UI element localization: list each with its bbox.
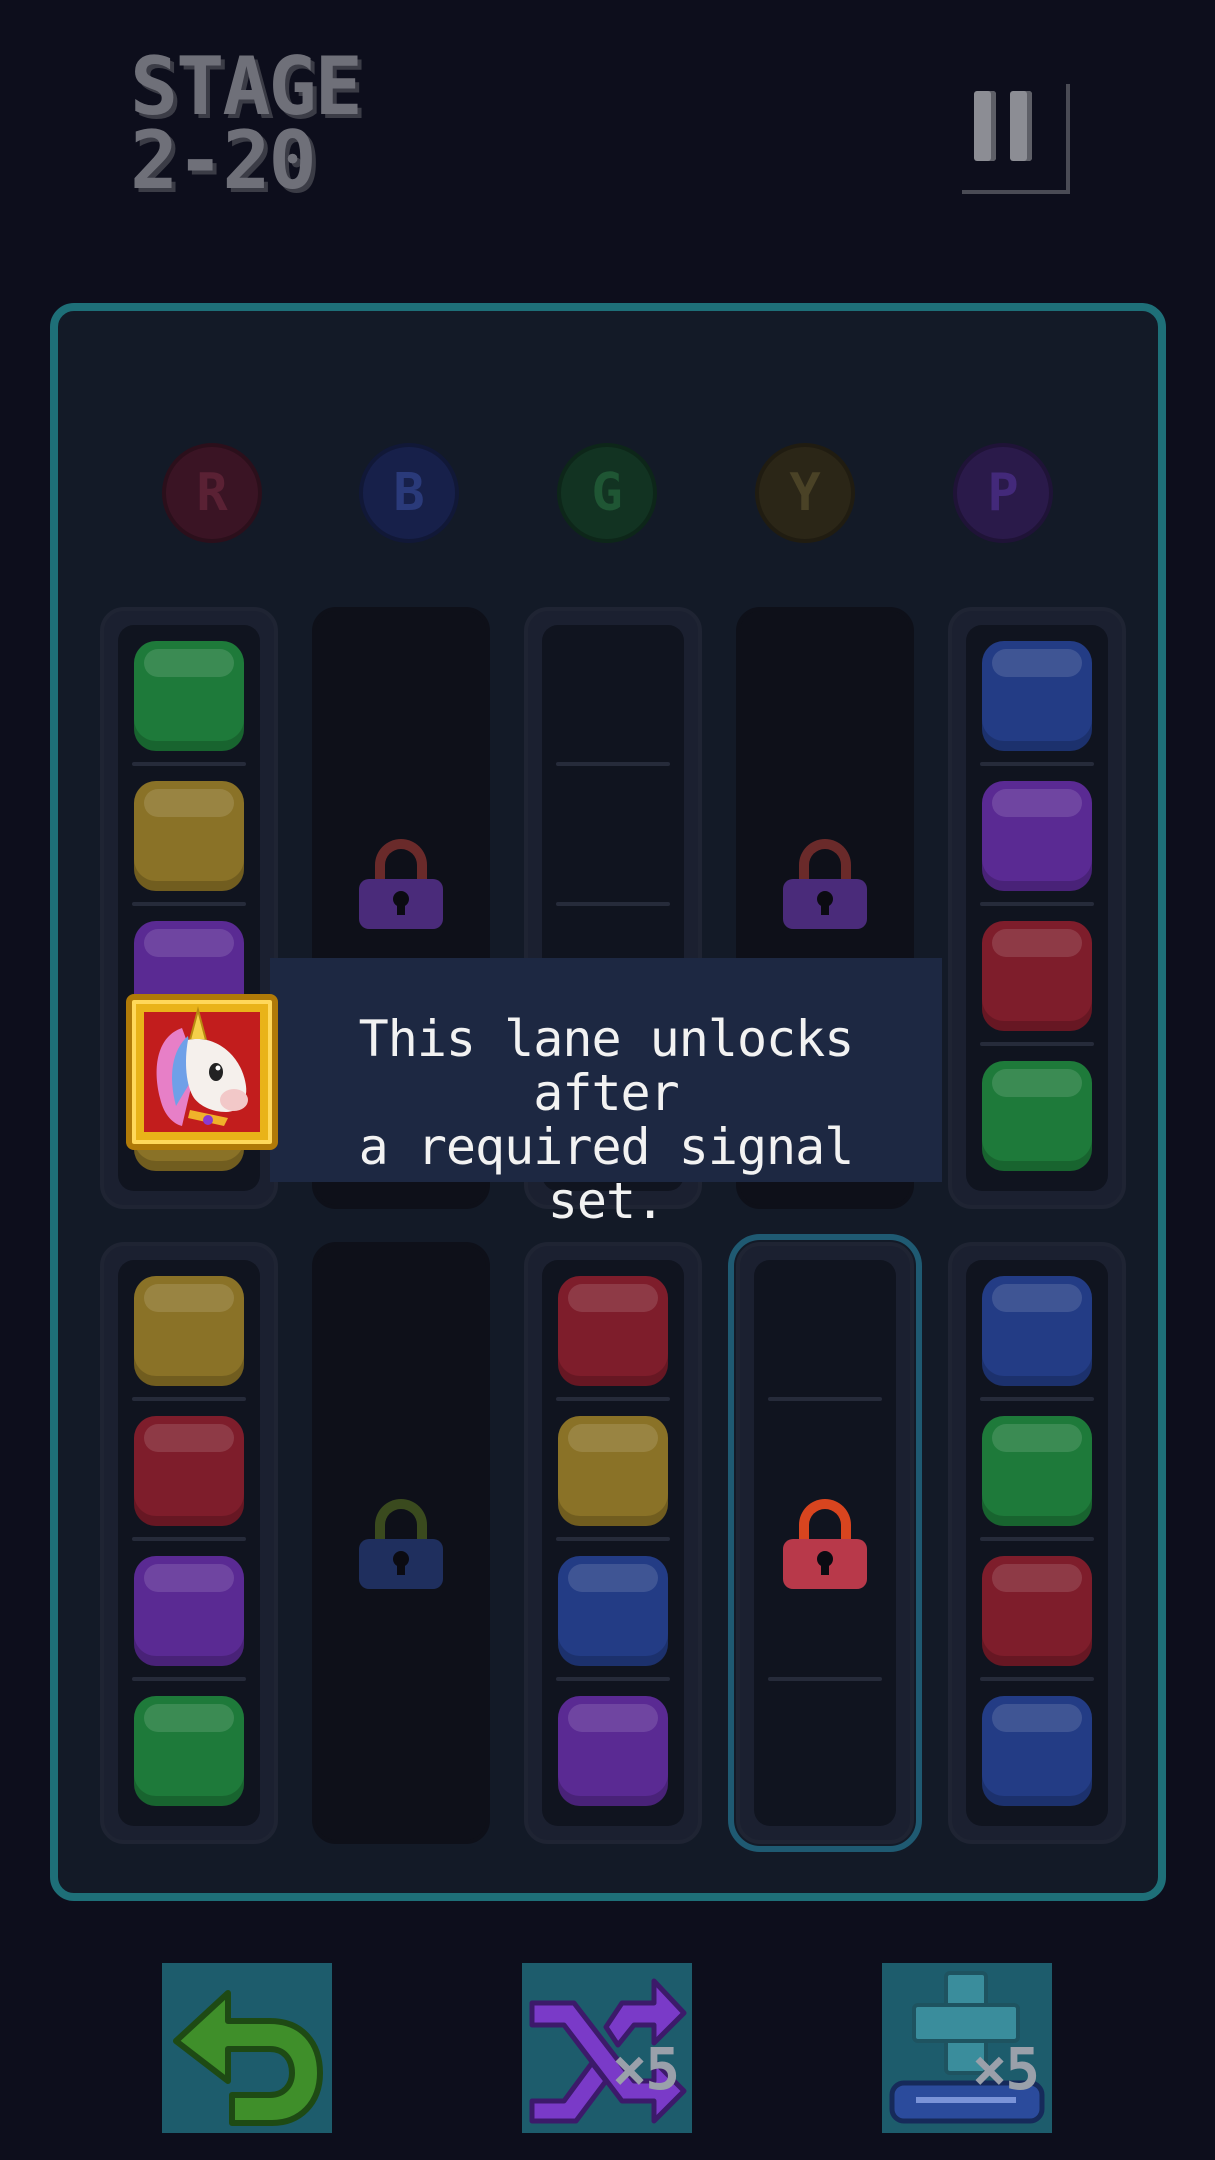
lane-bottom-1[interactable] [100, 1242, 278, 1844]
block-green [134, 1696, 244, 1806]
block-red [134, 1416, 244, 1526]
signal-letter: R [196, 463, 228, 523]
add-lane-button[interactable]: ×5 [882, 1963, 1052, 2133]
signal-badge-purple: P [953, 443, 1053, 543]
signal-badge-blue: B [359, 443, 459, 543]
lane-bottom-2-locked[interactable] [312, 1242, 490, 1844]
lane-bottom-4-selected[interactable] [728, 1234, 922, 1852]
pause-icon-bar-right [1010, 91, 1032, 161]
block-blue [982, 641, 1092, 751]
block-purple [134, 1556, 244, 1666]
block-purple [982, 781, 1092, 891]
undo-arrow-icon [173, 1990, 323, 2126]
signal-badge-yellow: Y [755, 443, 855, 543]
shuffle-count: ×5 [612, 2035, 680, 2103]
lane-bottom-5[interactable] [948, 1242, 1126, 1844]
stage-number: 2-20 [130, 114, 317, 207]
lock-icon-purple [783, 839, 867, 929]
block-red [982, 1556, 1092, 1666]
pause-button[interactable] [962, 84, 1070, 194]
lock-icon-red [783, 1499, 867, 1589]
block-yellow [134, 1276, 244, 1386]
block-red [558, 1276, 668, 1386]
block-green [982, 1061, 1092, 1171]
stage-label: STAGE [130, 40, 363, 133]
block-blue [558, 1556, 668, 1666]
block-purple [558, 1696, 668, 1806]
signal-letter: Y [789, 463, 821, 523]
signal-badge-red: R [162, 443, 262, 543]
block-green [982, 1416, 1092, 1526]
lane-top-5[interactable] [948, 607, 1126, 1209]
lane-bottom-3[interactable] [524, 1242, 702, 1844]
stage-title: STAGE 2-20 [130, 40, 363, 207]
unicorn-avatar-icon [126, 994, 278, 1150]
block-yellow [134, 781, 244, 891]
undo-button[interactable] [162, 1963, 332, 2133]
block-green [134, 641, 244, 751]
hint-tooltip: This lane unlocks after a required signa… [270, 958, 942, 1228]
shuffle-button[interactable]: ×5 [522, 1963, 692, 2133]
signal-letter: P [987, 463, 1019, 523]
lock-icon-blue [359, 1499, 443, 1589]
hint-text: This lane unlocks after a required signa… [358, 1010, 855, 1230]
signal-badge-green: G [557, 443, 657, 543]
signal-letter: G [591, 463, 623, 523]
block-yellow [558, 1416, 668, 1526]
block-blue [982, 1276, 1092, 1386]
add-lane-count: ×5 [972, 2035, 1040, 2103]
block-red [982, 921, 1092, 1031]
block-blue [982, 1696, 1092, 1806]
signal-letter: B [393, 463, 425, 523]
pause-icon-bar-left [974, 91, 996, 161]
lock-icon-purple [359, 839, 443, 929]
